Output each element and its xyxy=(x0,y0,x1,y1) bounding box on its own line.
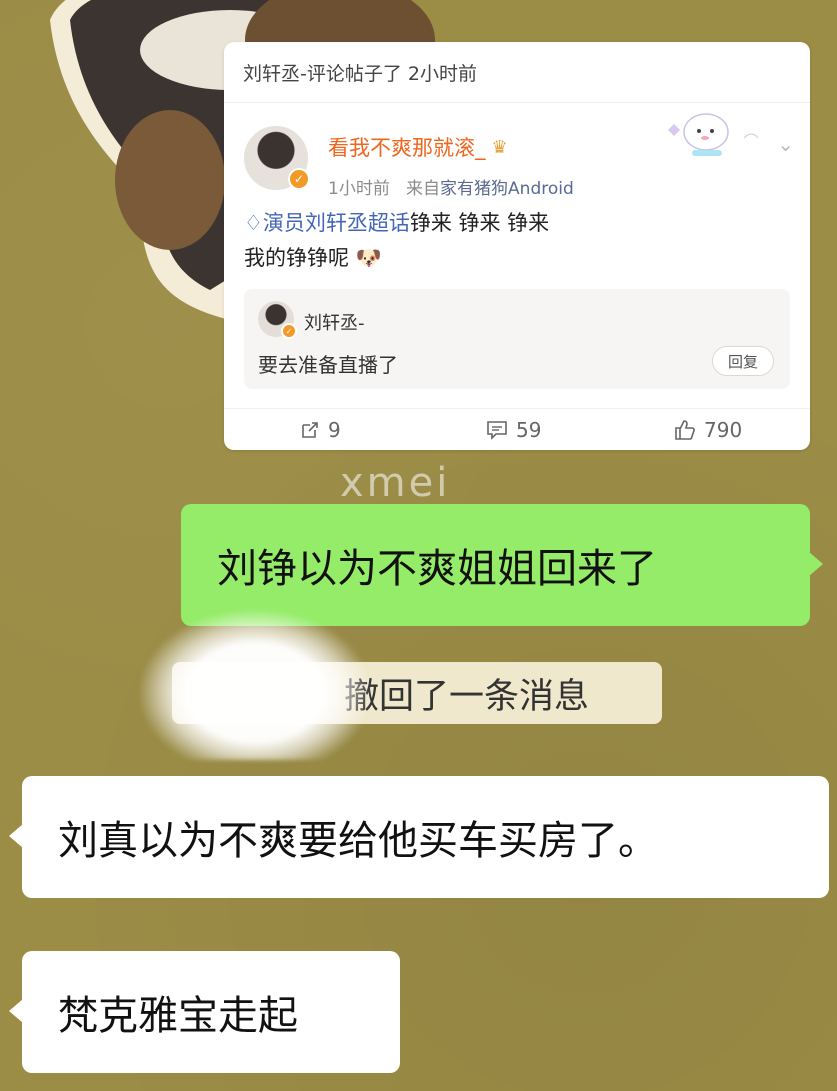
comment-button[interactable]: 59 xyxy=(486,418,541,442)
thumbs-up-icon xyxy=(675,420,695,440)
comment-icon xyxy=(487,421,507,440)
post-time: 1小时前 xyxy=(328,179,390,199)
message-text: 刘铮以为不爽姐姐回来了 xyxy=(217,546,657,592)
topic-link[interactable]: 演员刘轩丞超话 xyxy=(263,211,410,235)
post-body: ♢演员刘轩丞超话铮来 铮来 铮来 我的铮铮呢 🐶 xyxy=(244,206,549,276)
reply-username[interactable]: 刘轩丞- xyxy=(304,309,365,335)
post-time-source: 1小时前 来自家有猪狗Android xyxy=(328,174,574,199)
sent-message-bubble[interactable]: 刘铮以为不爽姐姐回来了 xyxy=(181,504,823,626)
reply-avatar[interactable]: ✓ xyxy=(258,301,297,339)
cartoon-sheep-icon xyxy=(668,113,759,156)
like-button[interactable]: 790 xyxy=(674,418,742,442)
received-message-bubble[interactable]: 刘真以为不爽要给他买车买房了。 xyxy=(9,776,829,898)
source-prefix: 来自 xyxy=(406,179,441,199)
post-line2: 我的铮铮呢 xyxy=(244,246,349,270)
username-text: 看我不爽那就滚_ xyxy=(328,136,486,160)
repost-icon xyxy=(302,422,318,438)
post-line1: 铮来 铮来 铮来 xyxy=(409,211,550,235)
source-app: 家有猪狗Android xyxy=(440,179,574,199)
like-count: 790 xyxy=(704,418,743,442)
comment-count: 59 xyxy=(516,418,542,442)
recall-text: 撤回了一条消息 xyxy=(344,676,590,717)
repost-button[interactable]: 9 xyxy=(300,418,341,442)
verified-badge-icon: ✓ xyxy=(281,323,297,339)
card-header: 刘轩丞-评论帖子了 2小时前 xyxy=(224,42,810,103)
dog-emoji-icon: 🐶 xyxy=(355,246,382,270)
reply-box: ✓ 刘轩丞- 要去准备直播了 回复 xyxy=(244,289,790,389)
watermark: xmei xyxy=(340,460,451,506)
redaction-smudge xyxy=(140,610,370,760)
diamond-icon: ♢ xyxy=(244,211,263,235)
post-username[interactable]: 看我不爽那就滚_ ♛ xyxy=(328,132,574,162)
reply-button[interactable]: 回复 xyxy=(712,346,774,376)
action-bar: 9 59 790 xyxy=(224,408,810,450)
avatar[interactable]: ✓ xyxy=(244,126,310,190)
reply-text: 要去准备直播了 xyxy=(258,353,398,377)
post-header: ✓ 看我不爽那就滚_ ♛ 1小时前 来自家有猪狗Android xyxy=(244,126,574,199)
received-message-bubble[interactable]: 梵克雅宝走起 xyxy=(9,951,400,1073)
weibo-comment-card[interactable]: 刘轩丞-评论帖子了 2小时前 ✓ 看我不爽那就滚_ ♛ 1小时前 来自家有猪狗A… xyxy=(224,42,810,450)
crown-icon: ♛ xyxy=(491,136,508,158)
repost-count: 9 xyxy=(328,418,341,442)
verified-badge-icon: ✓ xyxy=(288,168,310,190)
message-text: 梵克雅宝走起 xyxy=(58,993,298,1039)
message-text: 刘真以为不爽要给他买车买房了。 xyxy=(58,818,658,864)
chevron-down-icon[interactable]: ⌄ xyxy=(777,132,794,156)
